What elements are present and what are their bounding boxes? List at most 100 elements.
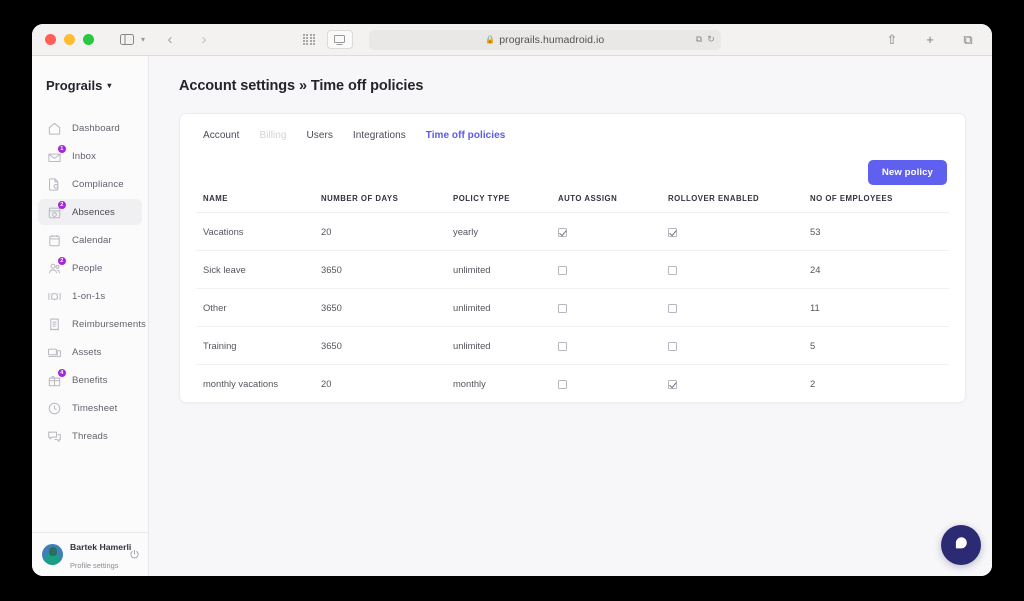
sidebar-toggle-button[interactable]: ▾ — [116, 29, 145, 51]
badge-count: 2 — [57, 256, 66, 265]
cell-employees: 53 — [810, 212, 949, 252]
close-window-button[interactable] — [45, 34, 56, 45]
settings-card: Account Billing Users Integrations Time … — [179, 113, 966, 404]
chevron-down-icon: ▾ — [141, 35, 146, 44]
sidebar-item-dashboard[interactable]: Dashboard — [38, 115, 142, 141]
auto-assign-checkbox[interactable] — [558, 228, 567, 238]
sidebar-item-label: 1-on-1s — [72, 290, 106, 302]
cell-auto-assign — [558, 212, 668, 252]
maximize-window-button[interactable] — [83, 34, 94, 45]
auto-assign-checkbox[interactable] — [558, 380, 567, 390]
cell-days: 3650 — [321, 250, 453, 290]
address-bar[interactable]: 🔒 prograils.humadroid.io ⧉ ↻ — [368, 29, 721, 50]
power-icon[interactable] — [129, 549, 140, 560]
sidebar-item-label: Benefits — [72, 374, 108, 386]
column-header-rollover: ROLLOVER ENABLED — [668, 194, 760, 203]
auto-assign-checkbox[interactable] — [558, 342, 567, 352]
tab-overview-icon[interactable]: ⧉ — [957, 29, 979, 51]
profile-settings-link[interactable]: Profile settings — [70, 561, 118, 570]
rollover-checkbox[interactable] — [668, 304, 677, 314]
tab-account[interactable]: Account — [203, 130, 239, 141]
table-row[interactable]: monthly vacations 20 monthly 2 — [196, 365, 949, 403]
profile-section[interactable]: Bartek Hamerli Profile settings — [32, 532, 148, 576]
table-header-row: NAME NUMBER OF DAYS POLICY TYPE AUTO ASS… — [196, 194, 949, 213]
cell-auto-assign — [558, 288, 668, 328]
cell-auto-assign — [558, 365, 668, 403]
sidebar-nav: Dashboard 1 Inbox Compliance 2 Absences … — [32, 115, 148, 532]
sidebar-item-assets[interactable]: Assets — [38, 339, 142, 365]
table-row[interactable]: Other 3650 unlimited 11 — [196, 288, 949, 328]
table-row[interactable]: Sick leave 3650 unlimited 24 — [196, 250, 949, 290]
sidebar-item-threads[interactable]: Threads — [38, 423, 142, 449]
sidebar-item-compliance[interactable]: Compliance — [38, 171, 142, 197]
reload-icon[interactable]: ↻ — [707, 34, 715, 45]
chat-widget-button[interactable] — [941, 525, 981, 565]
cell-employees: 24 — [810, 250, 949, 290]
chat-bubble-icon — [953, 535, 969, 556]
tab-time-off-policies[interactable]: Time off policies — [426, 130, 506, 141]
cell-auto-assign — [558, 326, 668, 366]
column-header-days: NUMBER OF DAYS — [321, 194, 399, 203]
new-tab-icon[interactable]: + — [919, 29, 941, 51]
grid-icon[interactable] — [303, 33, 315, 46]
receipt-icon — [46, 316, 63, 333]
sidebar-item-reimbursements[interactable]: Reimbursements — [38, 311, 146, 337]
cell-days: 20 — [321, 378, 332, 390]
cell-rollover — [668, 365, 810, 403]
rollover-checkbox[interactable] — [668, 380, 677, 390]
page-title: Account settings » Time off policies — [179, 78, 424, 94]
policies-table: NAME NUMBER OF DAYS POLICY TYPE AUTO ASS… — [196, 194, 949, 402]
tab-users[interactable]: Users — [307, 130, 333, 141]
sidebar-item-inbox[interactable]: 1 Inbox — [38, 143, 142, 169]
compliance-icon — [46, 176, 63, 193]
traffic-lights — [45, 34, 94, 45]
sidebar-item-calendar[interactable]: Calendar — [38, 227, 142, 253]
sidebar-item-label: Dashboard — [72, 122, 120, 134]
url-text: prograils.humadroid.io — [499, 33, 605, 46]
new-policy-button[interactable]: New policy — [867, 160, 947, 185]
card-toolbar: New policy — [196, 156, 949, 194]
forward-button[interactable]: › — [193, 29, 215, 51]
column-header-auto: AUTO ASSIGN — [558, 194, 618, 203]
share-icon[interactable]: ⇧ — [881, 29, 903, 51]
browser-toolbar: ▾ ‹ › 🔒 prograils.humadroid.io ⧉ ↻ ⇧ + ⧉ — [32, 24, 992, 56]
auto-assign-checkbox[interactable] — [558, 304, 567, 314]
sidebar-item-label: Assets — [72, 346, 102, 358]
table-body: Vacations 20 yearly 53 Sick leave 3650 u… — [196, 212, 949, 403]
cell-type: unlimited — [453, 250, 558, 290]
profile-text: Bartek Hamerli Profile settings — [70, 537, 131, 573]
rollover-checkbox[interactable] — [668, 228, 677, 238]
people-icon: 2 — [46, 256, 66, 277]
sidebar-item-absences[interactable]: 2 Absences — [38, 199, 142, 225]
sidebar-item-timesheet[interactable]: Timesheet — [38, 395, 142, 421]
sidebar-item-1-on-1s[interactable]: 1-on-1s — [38, 283, 142, 309]
one-on-one-icon — [46, 288, 63, 305]
clock-icon — [46, 400, 63, 417]
back-button[interactable]: ‹ — [159, 29, 181, 51]
minimize-window-button[interactable] — [64, 34, 75, 45]
chevron-down-icon: ▾ — [107, 80, 112, 90]
cell-type: yearly — [453, 212, 558, 252]
threads-icon — [46, 428, 63, 445]
table-row[interactable]: Training 3650 unlimited 5 — [196, 326, 949, 366]
inbox-icon: 1 — [46, 144, 66, 165]
avatar — [42, 544, 63, 565]
rollover-checkbox[interactable] — [668, 342, 677, 352]
sidebar-item-people[interactable]: 2 People — [38, 255, 142, 281]
workspace-name: Prograils — [46, 77, 103, 93]
column-header-name: NAME — [203, 194, 228, 203]
sidebar-item-label: Timesheet — [72, 402, 118, 414]
sidebar-item-benefits[interactable]: 4 Benefits — [38, 367, 142, 393]
badge-count: 1 — [57, 144, 66, 153]
workspace-switcher[interactable]: Prograils ▾ — [32, 73, 148, 97]
sidebar-item-label: People — [72, 262, 103, 274]
auto-assign-checkbox[interactable] — [558, 266, 567, 276]
cell-employees: 5 — [810, 326, 949, 366]
sidebar-item-label: Absences — [72, 206, 115, 218]
toolbar-right: ⇧ + ⧉ — [881, 29, 979, 51]
tab-integrations[interactable]: Integrations — [353, 130, 406, 141]
rollover-checkbox[interactable] — [668, 266, 677, 276]
extensions-icon[interactable]: ⧉ — [696, 34, 702, 45]
reader-view-icon[interactable] — [326, 30, 353, 49]
table-row[interactable]: Vacations 20 yearly 53 — [196, 212, 949, 252]
